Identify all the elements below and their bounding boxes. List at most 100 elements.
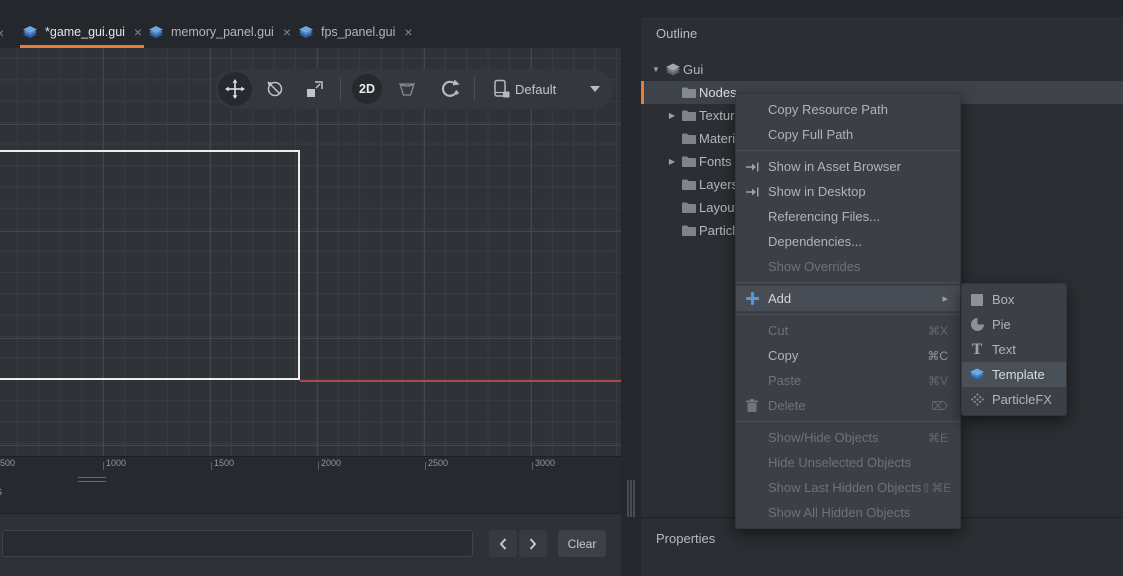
menu-item-referencing-files[interactable]: Referencing Files...	[736, 204, 960, 229]
tree-item-label: Nodes	[699, 85, 737, 100]
layout-profile-dropdown[interactable]: Default	[515, 69, 600, 109]
expander-right-icon[interactable]: ▶	[665, 111, 679, 120]
find-next-button[interactable]	[519, 530, 547, 557]
scene-viewport[interactable]: 2D	[0, 48, 621, 456]
menu-item-dependencies[interactable]: Dependencies...	[736, 229, 960, 254]
ruler-label: 500	[0, 458, 15, 468]
splitter-drag-handle[interactable]	[78, 477, 106, 485]
template-icon	[962, 368, 992, 381]
menu-item-show-overrides: Show Overrides	[736, 254, 960, 279]
submenu-item-template[interactable]: Template	[962, 362, 1066, 387]
tree-item-gui[interactable]: ▼ Gui	[641, 58, 1123, 81]
console-panel: Clear	[0, 513, 621, 576]
toolbar-divider	[340, 77, 341, 101]
outline-title: Outline	[656, 26, 697, 41]
scale-icon	[305, 79, 325, 99]
gui-file-icon	[148, 25, 164, 39]
tab-memory-panel[interactable]: memory_panel.gui ×	[148, 18, 291, 45]
x-axis-line	[300, 380, 621, 382]
add-submenu: Box Pie T Text Template ParticleFX	[961, 283, 1067, 416]
console-search-input[interactable]	[2, 530, 473, 557]
ruler-label: 2500	[428, 458, 448, 468]
tree-item-label: Layers	[699, 177, 738, 192]
plus-icon	[736, 292, 768, 305]
vertical-splitter-handle[interactable]	[627, 480, 636, 517]
submenu-item-text[interactable]: T Text	[962, 337, 1066, 362]
find-prev-button[interactable]	[489, 530, 517, 557]
folder-icon	[679, 179, 699, 190]
profile-label: Default	[515, 82, 556, 97]
menu-item-show-in-asset-browser[interactable]: Show in Asset Browser	[736, 154, 960, 179]
ruler-label: 1500	[214, 458, 234, 468]
move-icon	[225, 79, 245, 99]
menu-item-show-hide-objects: Show/Hide Objects ⌘E	[736, 425, 960, 450]
rotate-tool-button[interactable]	[258, 72, 292, 106]
tree-item-label: Fonts	[699, 154, 732, 169]
scene-toolbar: 2D	[215, 69, 612, 109]
particlefx-icon	[962, 393, 992, 406]
menu-item-add[interactable]: Add ▸	[736, 286, 960, 311]
tab-label: fps_panel.gui	[321, 25, 395, 39]
frustum-culling-button[interactable]	[390, 72, 424, 106]
chevron-down-icon	[590, 86, 600, 92]
goto-icon	[736, 187, 768, 197]
menu-divider	[736, 421, 960, 422]
folder-icon	[679, 225, 699, 236]
menu-item-show-all-hidden-objects: Show All Hidden Objects	[736, 500, 960, 525]
tab-close-icon[interactable]: ×	[283, 24, 291, 40]
gui-bounds-rect	[0, 150, 300, 380]
menu-item-cut: Cut ⌘X	[736, 318, 960, 343]
clipped-tab-close-icon[interactable]: ×	[0, 25, 4, 41]
expander-right-icon[interactable]: ▶	[665, 157, 679, 166]
tab-close-icon[interactable]: ×	[134, 24, 142, 40]
folder-icon	[679, 202, 699, 213]
trash-icon	[736, 399, 768, 412]
menu-item-copy[interactable]: Copy ⌘C	[736, 343, 960, 368]
submenu-item-box[interactable]: Box	[962, 287, 1066, 312]
chevron-right-icon	[529, 538, 537, 550]
menu-divider	[736, 314, 960, 315]
scale-tool-button[interactable]	[298, 72, 332, 106]
rotate-icon	[265, 79, 285, 99]
refresh-icon	[440, 79, 460, 99]
folder-icon	[679, 87, 699, 98]
folder-icon	[679, 156, 699, 167]
frustum-icon	[397, 79, 417, 99]
ruler-label: 2000	[321, 458, 341, 468]
tab-label: *game_gui.gui	[45, 25, 125, 39]
submenu-item-particlefx[interactable]: ParticleFX	[962, 387, 1066, 412]
properties-title: Properties	[656, 531, 715, 546]
text-icon: T	[962, 343, 992, 357]
menu-item-copy-resource-path[interactable]: Copy Resource Path	[736, 97, 960, 122]
move-tool-button[interactable]	[218, 72, 252, 106]
submenu-item-pie[interactable]: Pie	[962, 312, 1066, 337]
2d-mode-button[interactable]: 2D	[352, 74, 382, 104]
refresh-button[interactable]	[433, 72, 467, 106]
tab-label: memory_panel.gui	[171, 25, 274, 39]
gui-scene-icon	[663, 63, 683, 76]
menu-item-show-in-desktop[interactable]: Show in Desktop	[736, 179, 960, 204]
bottom-strip: s	[0, 470, 621, 513]
menu-item-show-last-hidden-objects: Show Last Hidden Objects ⇧⌘E	[736, 475, 960, 500]
tab-close-icon[interactable]: ×	[404, 24, 412, 40]
menu-item-hide-unselected-objects: Hide Unselected Objects	[736, 450, 960, 475]
submenu-arrow-icon: ▸	[942, 292, 948, 305]
horizontal-ruler: 500 1000 1500 2000 2500 3000	[0, 456, 621, 470]
device-profile-icon	[484, 72, 518, 106]
tab-game-gui[interactable]: *game_gui.gui ×	[22, 18, 142, 45]
ruler-label: 1000	[106, 458, 126, 468]
expander-down-icon[interactable]: ▼	[649, 65, 663, 74]
gui-file-icon	[298, 25, 314, 39]
context-menu: Copy Resource Path Copy Full Path Show i…	[735, 93, 961, 529]
pie-icon	[962, 318, 992, 331]
box-icon	[962, 294, 992, 306]
menu-divider	[736, 150, 960, 151]
menu-item-copy-full-path[interactable]: Copy Full Path	[736, 122, 960, 147]
editor-window: × *game_gui.gui × memory_panel.gui × fps…	[0, 0, 1123, 576]
tab-fps-panel[interactable]: fps_panel.gui ×	[298, 18, 413, 45]
clear-button[interactable]: Clear	[558, 530, 606, 557]
gui-file-icon	[22, 25, 38, 39]
tree-item-label: Gui	[683, 62, 703, 77]
chevron-left-icon	[499, 538, 507, 550]
phone-icon	[491, 79, 511, 99]
